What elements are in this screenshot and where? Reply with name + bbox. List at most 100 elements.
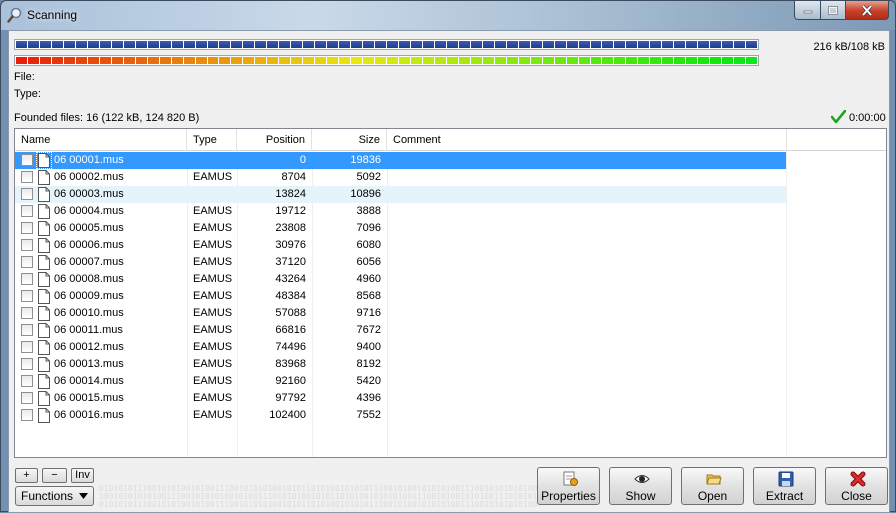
- table-row[interactable]: 06 00011.mus EAMUS 66816 7672: [15, 322, 786, 339]
- table-row[interactable]: 06 00008.mus EAMUS 43264 4960: [15, 271, 786, 288]
- column-header-name[interactable]: Name: [15, 129, 187, 151]
- row-checkbox[interactable]: [21, 273, 33, 285]
- cell-type: EAMUS: [193, 341, 233, 353]
- progress-segment: [614, 41, 626, 48]
- cell-name: 06 00011.mus: [54, 324, 123, 336]
- column-header-position[interactable]: Position: [237, 129, 312, 151]
- title-bar[interactable]: Scanning: [1, 1, 895, 30]
- close-window-button[interactable]: [845, 1, 889, 20]
- table-row[interactable]: 06 00015.mus EAMUS 97792 4396: [15, 390, 786, 407]
- minimize-button[interactable]: [794, 1, 821, 20]
- progress-segment: [482, 57, 494, 64]
- table-row[interactable]: 06 00005.mus EAMUS 23808 7096: [15, 220, 786, 237]
- cell-type: EAMUS: [193, 375, 233, 387]
- progress-segment: [554, 57, 566, 64]
- table-row[interactable]: 06 00004.mus EAMUS 19712 3888: [15, 203, 786, 220]
- column-header-type[interactable]: Type: [187, 129, 237, 151]
- row-checkbox[interactable]: [21, 358, 33, 370]
- row-checkbox[interactable]: [21, 256, 33, 268]
- table-row[interactable]: 06 00013.mus EAMUS 83968 8192: [15, 356, 786, 373]
- row-checkbox[interactable]: [21, 205, 33, 217]
- cell-name: 06 00014.mus: [54, 375, 124, 387]
- table-row[interactable]: 06 00014.mus EAMUS 92160 5420: [15, 373, 786, 390]
- cell-name: 06 00009.mus: [54, 290, 124, 302]
- table-row[interactable]: 06 00016.mus EAMUS 102400 7552: [15, 407, 786, 424]
- row-checkbox[interactable]: [21, 188, 33, 200]
- row-checkbox[interactable]: [21, 171, 33, 183]
- progress-text: 216 kB/108 kB: [813, 41, 885, 53]
- progress-segment: [16, 57, 27, 64]
- folder-icon: [706, 474, 722, 485]
- progress-segment: [626, 41, 638, 48]
- progress-segment: [566, 57, 578, 64]
- file-icon: [38, 255, 50, 270]
- table-row[interactable]: 06 00010.mus EAMUS 57088 9716: [15, 305, 786, 322]
- properties-icon: [563, 471, 578, 486]
- file-icon: [38, 221, 50, 236]
- remove-button[interactable]: −: [42, 468, 67, 483]
- save-icon: [778, 471, 794, 487]
- maximize-button[interactable]: [820, 1, 846, 20]
- row-checkbox[interactable]: [21, 290, 33, 302]
- cell-type: EAMUS: [193, 307, 233, 319]
- row-checkbox[interactable]: [21, 341, 33, 353]
- cell-position: 13824: [275, 188, 306, 200]
- progress-segment: [231, 41, 243, 48]
- open-button[interactable]: Open: [681, 467, 744, 505]
- progress-segment: [578, 57, 590, 64]
- file-icon: [38, 204, 50, 219]
- row-checkbox[interactable]: [21, 222, 33, 234]
- cell-size: 8192: [356, 358, 381, 370]
- add-button[interactable]: +: [15, 468, 38, 483]
- progress-segment: [27, 57, 39, 64]
- cell-name: 06 00007.mus: [54, 256, 124, 268]
- column-header-size[interactable]: Size: [312, 129, 387, 151]
- row-checkbox[interactable]: [21, 392, 33, 404]
- progress-segment: [494, 57, 506, 64]
- table-row[interactable]: 06 00001.mus 0 19836: [15, 152, 786, 169]
- progress-segment: [686, 41, 698, 48]
- cell-position: 23808: [275, 222, 306, 234]
- progress-segment: [542, 57, 554, 64]
- found-files-summary: Founded files: 16 (122 kB, 124 820 B): [14, 112, 200, 124]
- row-checkbox[interactable]: [21, 154, 33, 166]
- table-row[interactable]: 06 00009.mus EAMUS 48384 8568: [15, 288, 786, 305]
- cell-position: 97792: [275, 392, 306, 404]
- progress-segment: [710, 57, 722, 64]
- checkmark-icon: [831, 110, 846, 124]
- column-header-comment[interactable]: Comment: [387, 129, 787, 151]
- row-checkbox[interactable]: [21, 409, 33, 421]
- cell-name: 06 00010.mus: [54, 307, 124, 319]
- table-row[interactable]: 06 00002.mus EAMUS 8704 5092: [15, 169, 786, 186]
- file-icon: [38, 374, 50, 389]
- cell-size: 7096: [356, 222, 381, 234]
- cell-type: EAMUS: [193, 205, 233, 217]
- row-checkbox[interactable]: [21, 375, 33, 387]
- cell-size: 19836: [350, 154, 381, 166]
- table-row[interactable]: 06 00006.mus EAMUS 30976 6080: [15, 237, 786, 254]
- progress-segment: [195, 41, 207, 48]
- close-button[interactable]: Close: [825, 467, 888, 505]
- row-checkbox[interactable]: [21, 239, 33, 251]
- cell-type: EAMUS: [193, 392, 233, 404]
- functions-menu-button[interactable]: Functions: [15, 486, 94, 506]
- progress-segment: [662, 41, 674, 48]
- cell-name: 06 00012.mus: [54, 341, 124, 353]
- progress-segment: [171, 41, 183, 48]
- file-icon: [38, 391, 50, 406]
- row-checkbox[interactable]: [21, 324, 33, 336]
- progress-segment: [339, 57, 351, 64]
- progress-segment: [446, 57, 458, 64]
- row-checkbox[interactable]: [21, 307, 33, 319]
- properties-label: Properties: [541, 489, 596, 503]
- progress-segment: [686, 57, 698, 64]
- table-row[interactable]: 06 00003.mus 13824 10896: [15, 186, 786, 203]
- invert-selection-button[interactable]: Inv: [71, 468, 94, 483]
- show-button[interactable]: Show: [609, 467, 672, 505]
- progress-segment: [494, 41, 506, 48]
- properties-button[interactable]: Properties: [537, 467, 600, 505]
- extract-button[interactable]: Extract: [753, 467, 816, 505]
- table-row[interactable]: 06 00012.mus EAMUS 74496 9400: [15, 339, 786, 356]
- progress-segment: [566, 41, 578, 48]
- table-row[interactable]: 06 00007.mus EAMUS 37120 6056: [15, 254, 786, 271]
